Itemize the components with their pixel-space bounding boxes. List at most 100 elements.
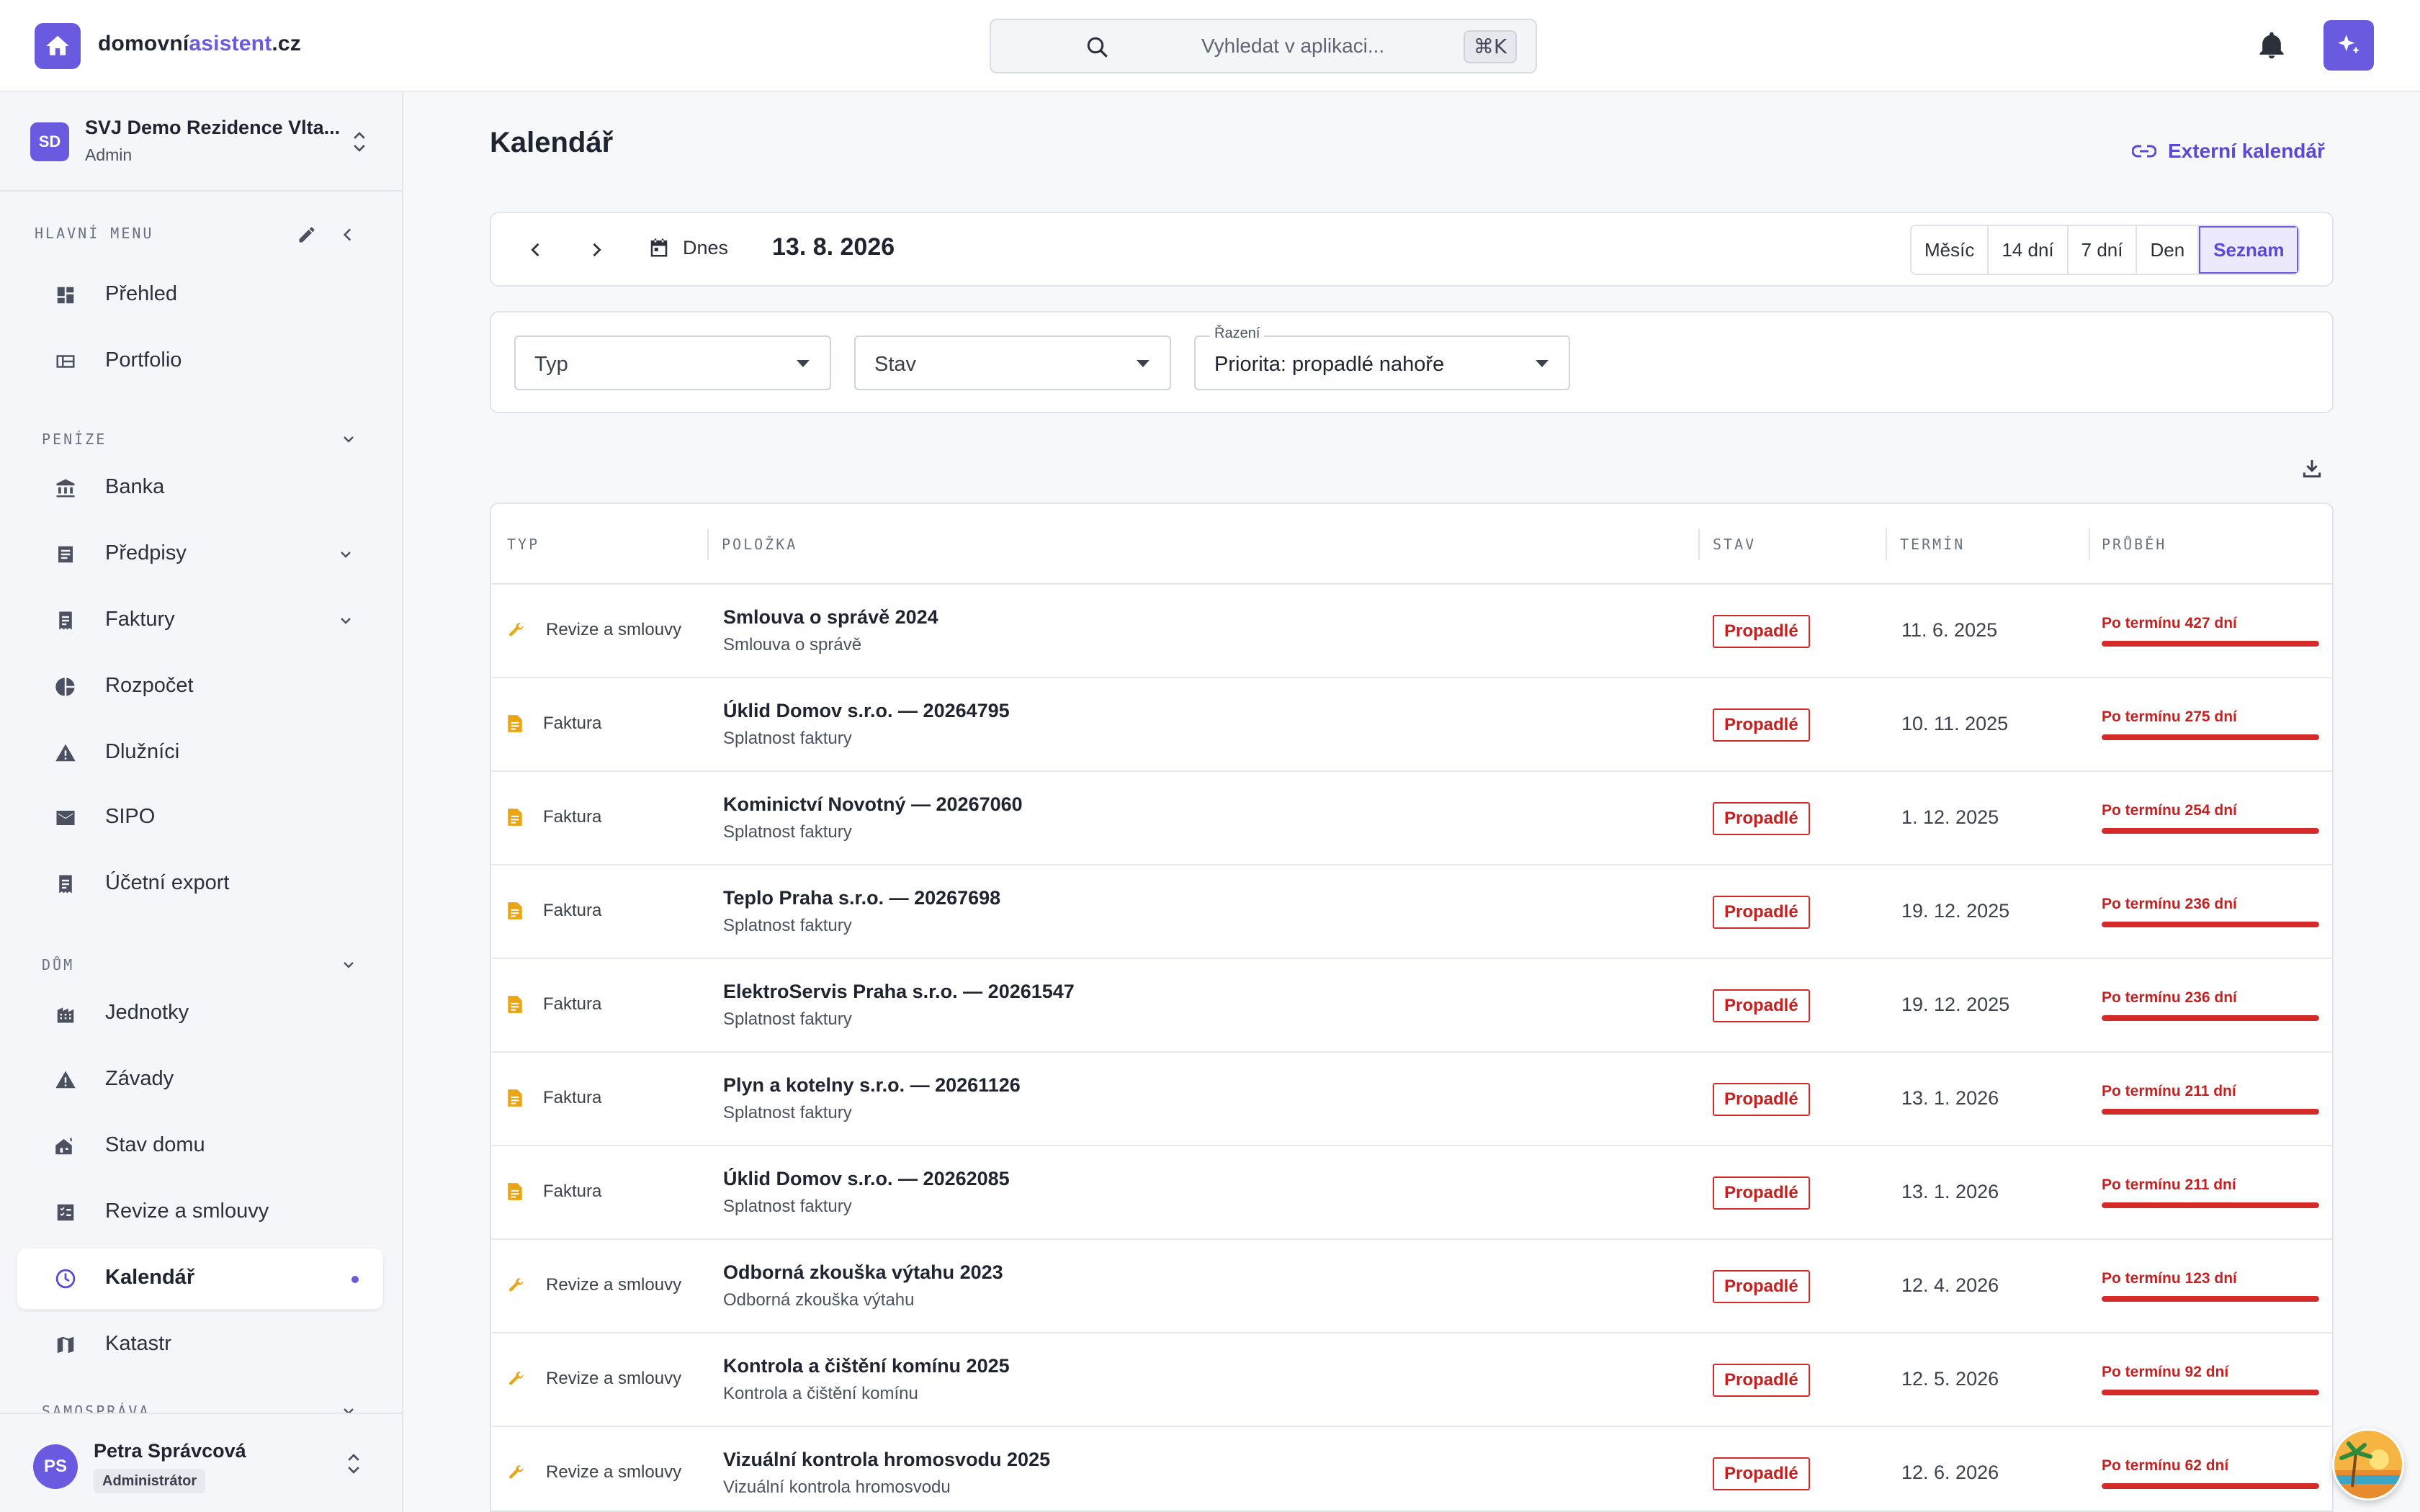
sidebar-item-prehled[interactable]: Přehled (17, 265, 383, 325)
column-header-progress[interactable]: PRŮBĚH (2102, 536, 2166, 553)
status-badge: Propadlé (1713, 1176, 1810, 1210)
sidebar-item-kalendar[interactable]: Kalendář (17, 1248, 383, 1309)
chevron-down-icon[interactable] (339, 431, 359, 448)
org-switcher[interactable]: SD SVJ Demo Rezidence Vlta... Admin (0, 92, 402, 192)
row-subtitle: Odborná zkouška výtahu (723, 1290, 915, 1310)
download-icon[interactable] (2300, 456, 2323, 481)
column-header-status[interactable]: STAV (1713, 536, 1756, 553)
table-row[interactable]: Faktura Úklid Domov s.r.o. — 20262085 Spla… (491, 1146, 2332, 1240)
row-type-label: Revize a smlouvy (546, 1462, 682, 1482)
sidebar-item-revize[interactable]: Revize a smlouvy (17, 1182, 383, 1243)
bank-icon (56, 479, 75, 498)
row-title[interactable]: ElektroServis Praha s.r.o. — 20261547 (723, 981, 1075, 1003)
table-row[interactable]: Revize a smlouvy Kontrola a čištění komín… (491, 1333, 2332, 1427)
today-button[interactable]: Dnes (648, 236, 728, 259)
chevron-updown-icon (354, 132, 365, 152)
table-row[interactable]: Faktura ElektroServis Praha s.r.o. — 2026… (491, 959, 2332, 1053)
row-type: Faktura (507, 807, 601, 827)
sidebar-item-predpisy[interactable]: Předpisy (17, 524, 383, 585)
sidebar-item-dluznici[interactable]: Dlužníci (17, 723, 383, 783)
table-row[interactable]: Revize a smlouvy Vizuální kontrola hromos… (491, 1427, 2332, 1511)
view-14-days-button[interactable]: 14 dní (1989, 226, 2069, 274)
row-due-date: 19. 12. 2025 (1901, 900, 2010, 922)
row-progress-fill (2102, 1202, 2319, 1208)
row-type: Revize a smlouvy (507, 620, 681, 640)
table-row[interactable]: Revize a smlouvy Smlouva o správě 2024 Sml… (491, 585, 2332, 678)
type-filter-select[interactable]: Typ (514, 336, 831, 390)
sidebar-item-sipo[interactable]: SIPO (17, 788, 383, 848)
column-header-type[interactable]: TYP (507, 536, 539, 553)
row-progress-bar (2102, 1483, 2319, 1489)
status-badge: Propadlé (1713, 615, 1810, 648)
sidebar-item-rozpocet[interactable]: Rozpočet (17, 657, 383, 717)
sidebar-item-label: Revize a smlouvy (105, 1200, 269, 1223)
row-title[interactable]: Odborná zkouška výtahu 2023 (723, 1261, 1003, 1284)
row-title[interactable]: Kominictví Novotný — 20267060 (723, 793, 1023, 816)
view-day-button[interactable]: Den (2137, 226, 2200, 274)
bell-icon[interactable] (2256, 29, 2287, 62)
document-list-icon (58, 546, 73, 563)
sidebar-item-stav-domu[interactable]: Stav domu (17, 1116, 383, 1176)
row-type-label: Faktura (543, 807, 602, 827)
search-input[interactable]: Vyhledat v aplikaci... ⌘K (990, 19, 1537, 73)
row-type: Faktura (507, 1182, 601, 1202)
sort-select[interactable]: Řazení Priorita: propadlé nahoře (1194, 325, 1570, 390)
sidebar-item-faktury[interactable]: Faktury (17, 590, 383, 651)
table-row[interactable]: Faktura Teplo Praha s.r.o. — 20267698 Spla… (491, 865, 2332, 959)
column-header-item[interactable]: POLOŽKA (722, 536, 797, 553)
portfolio-icon (56, 355, 75, 368)
sidebar-item-banka[interactable]: Banka (17, 458, 383, 518)
home-logo-icon[interactable] (35, 23, 81, 69)
row-title[interactable]: Plyn a kotelny s.r.o. — 20261126 (723, 1074, 1021, 1097)
sidebar-item-zavady[interactable]: Závady (17, 1050, 383, 1110)
sidebar-item-label: Přehled (105, 282, 177, 305)
sidebar-item-jednotky[interactable]: Jednotky (17, 984, 383, 1044)
row-progress-text: Po termínu 254 dní (2102, 802, 2237, 819)
beach-avatar-icon (2334, 1431, 2402, 1498)
sidebar-item-katastr[interactable]: Katastr (17, 1315, 383, 1375)
view-month-button[interactable]: Měsíc (1912, 226, 1989, 274)
assistant-avatar-button[interactable] (2332, 1428, 2404, 1500)
row-title[interactable]: Smlouva o správě 2024 (723, 606, 938, 629)
ai-assistant-button[interactable] (2323, 20, 2374, 71)
row-type-label: Faktura (543, 901, 602, 920)
chevron-left-icon[interactable] (339, 225, 357, 245)
sparkle-icon (2338, 35, 2360, 54)
sidebar-item-label: Předpisy (105, 541, 187, 564)
row-title[interactable]: Vizuální kontrola hromosvodu 2025 (723, 1449, 1050, 1471)
view-list-button[interactable]: Seznam (2199, 226, 2299, 274)
brand-name[interactable]: domovníasistent.cz (98, 32, 301, 56)
view-7-days-button[interactable]: 7 dní (2068, 226, 2138, 274)
row-title[interactable]: Úklid Domov s.r.o. — 20262085 (723, 1168, 1010, 1190)
table-row[interactable]: Faktura Plyn a kotelny s.r.o. — 20261126 S… (491, 1053, 2332, 1146)
row-title[interactable]: Úklid Domov s.r.o. — 20264795 (723, 700, 1010, 722)
sidebar-item-ucetni-export[interactable]: Účetní export (17, 854, 383, 914)
calendar-list-table: TYP POLOŽKA STAV TERMÍN PRŮBĚH Revize a … (490, 503, 2334, 1512)
external-calendar-link[interactable]: Externí kalendář (2132, 137, 2325, 166)
user-panel[interactable]: PS Petra Správcová Administrátor (0, 1413, 402, 1512)
org-name: SVJ Demo Rezidence Vlta... (85, 117, 341, 138)
invoice-icon (507, 1089, 533, 1107)
table-row[interactable]: Revize a smlouvy Odborná zkouška výtahu 2… (491, 1240, 2332, 1333)
table-row[interactable]: Faktura Úklid Domov s.r.o. — 20264795 Spla… (491, 678, 2332, 772)
pencil-icon[interactable] (297, 225, 317, 245)
chevron-right-icon[interactable] (586, 238, 606, 262)
house-status-icon (55, 1138, 72, 1155)
table-row[interactable]: Faktura Kominictví Novotný — 20267060 Spla… (491, 772, 2332, 865)
sidebar-item-portfolio[interactable]: Portfolio (17, 331, 383, 392)
chevron-left-icon[interactable] (526, 238, 546, 262)
column-divider (2089, 528, 2090, 560)
section-main-menu: HLAVNÍ MENU (35, 225, 154, 242)
state-filter-select[interactable]: Stav (854, 336, 1171, 390)
status-badge: Propadlé (1713, 708, 1810, 742)
org-avatar: SD (30, 122, 69, 161)
row-title[interactable]: Teplo Praha s.r.o. — 20267698 (723, 887, 1000, 909)
column-header-due[interactable]: TERMÍN (1900, 536, 1965, 553)
external-calendar-label: Externí kalendář (2168, 140, 2325, 162)
mail-icon (56, 811, 75, 825)
org-role: Admin (85, 145, 133, 164)
sidebar-item-label: Kalendář (105, 1266, 195, 1289)
row-title[interactable]: Kontrola a čištění komínu 2025 (723, 1355, 1010, 1377)
chevron-down-icon[interactable] (339, 956, 359, 973)
dropdown-arrow-icon (1137, 360, 1150, 367)
